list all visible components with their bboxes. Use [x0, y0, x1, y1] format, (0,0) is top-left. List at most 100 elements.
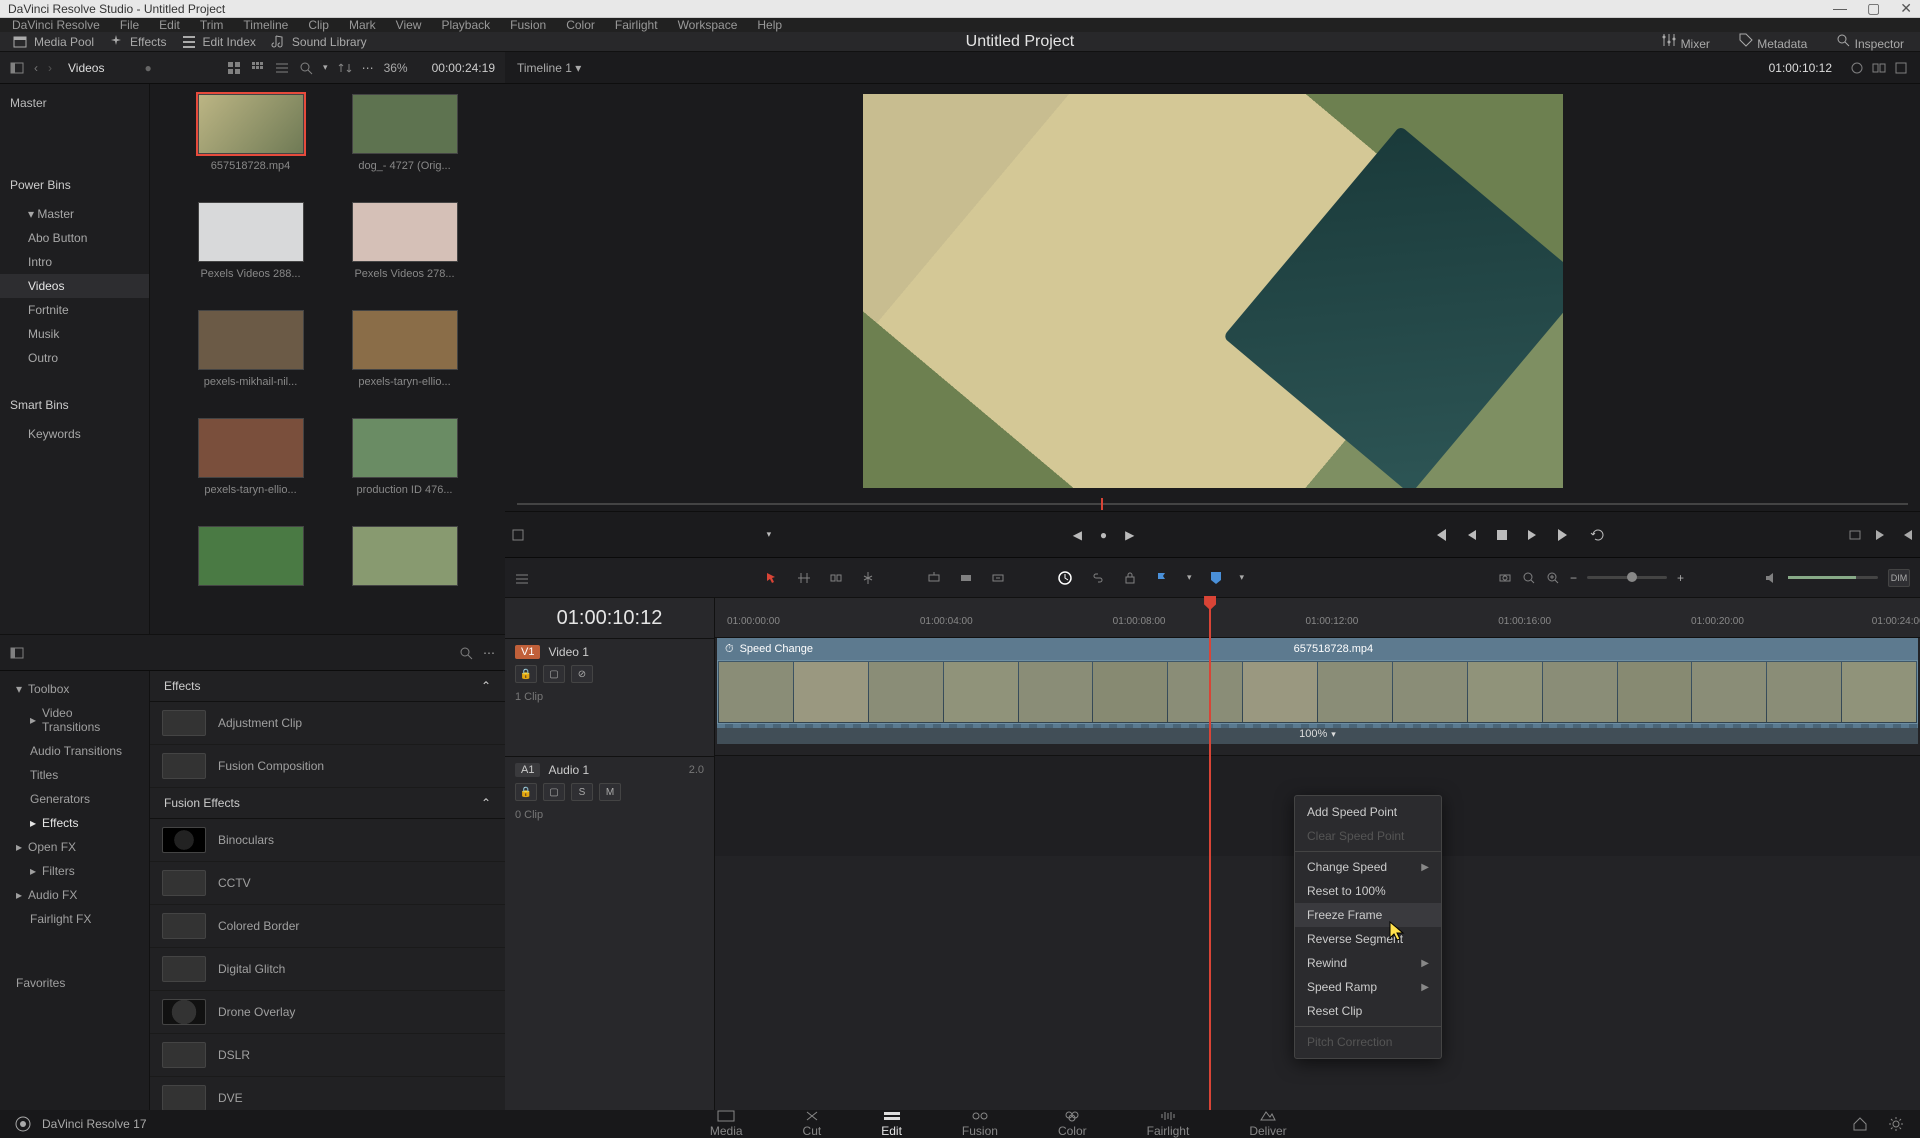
- effect-item[interactable]: Digital Glitch: [150, 948, 505, 991]
- go-start-icon[interactable]: [1432, 527, 1448, 543]
- effect-item[interactable]: DSLR: [150, 1034, 505, 1077]
- chevron-right-icon[interactable]: ›: [48, 61, 52, 75]
- ctx-reset-clip[interactable]: Reset Clip: [1295, 999, 1441, 1023]
- grid-small-icon[interactable]: [251, 61, 265, 75]
- menu-item[interactable]: Timeline: [243, 18, 288, 32]
- menu-item[interactable]: Trim: [200, 18, 224, 32]
- favorites-header[interactable]: Favorites: [0, 971, 149, 995]
- clip[interactable]: [176, 526, 326, 624]
- replace-icon[interactable]: [991, 571, 1005, 585]
- expand-icon[interactable]: [1894, 61, 1908, 75]
- effect-item[interactable]: Colored Border: [150, 905, 505, 948]
- panel-toggle-icon[interactable]: [10, 646, 24, 660]
- collapse-icon[interactable]: ⌃: [481, 796, 491, 810]
- effects-section-header[interactable]: Effects⌃: [150, 671, 505, 702]
- next-edit-icon[interactable]: [1874, 528, 1888, 542]
- chevron-down-icon[interactable]: ▾: [767, 529, 772, 540]
- selection-tool-icon[interactable]: [765, 571, 779, 585]
- effect-item[interactable]: Fusion Composition: [150, 745, 505, 788]
- inspector-button[interactable]: Inspector: [1835, 32, 1904, 51]
- timeline-ruler[interactable]: 01:00:00:00 01:00:04:00 01:00:08:00 01:0…: [715, 598, 1920, 638]
- tree-filters[interactable]: ▸ Filters: [0, 859, 149, 883]
- media-pool-button[interactable]: Media Pool: [12, 34, 94, 50]
- clip[interactable]: Pexels Videos 278...: [330, 202, 480, 300]
- clip[interactable]: pexels-taryn-ellio...: [176, 418, 326, 516]
- dim-button[interactable]: DIM: [1888, 569, 1910, 587]
- go-end-icon[interactable]: [1556, 527, 1572, 543]
- more-icon[interactable]: ⋯: [483, 646, 495, 660]
- ctx-reverse-segment[interactable]: Reverse Segment: [1295, 927, 1441, 951]
- playhead[interactable]: [1209, 598, 1211, 1110]
- home-icon[interactable]: [1852, 1116, 1868, 1132]
- effect-item[interactable]: Drone Overlay: [150, 991, 505, 1034]
- menu-item[interactable]: DaVinci Resolve: [12, 18, 100, 32]
- ctx-add-speed-point[interactable]: Add Speed Point: [1295, 800, 1441, 824]
- volume-slider[interactable]: [1788, 576, 1878, 579]
- sidebar-toggle-icon[interactable]: [10, 61, 24, 75]
- ctx-speed-ramp[interactable]: Speed Ramp▶: [1295, 975, 1441, 999]
- smart-bins-header[interactable]: Smart Bins: [0, 392, 149, 418]
- bin-item-videos[interactable]: Videos: [0, 274, 149, 298]
- link-icon[interactable]: [1091, 571, 1105, 585]
- menu-item[interactable]: Edit: [159, 18, 180, 32]
- menu-item[interactable]: File: [120, 18, 139, 32]
- speed-indicator[interactable]: 100%▾: [717, 724, 1918, 744]
- lock-track-icon[interactable]: 🔒: [515, 665, 537, 683]
- clip[interactable]: pexels-taryn-ellio...: [330, 310, 480, 408]
- power-bins-header[interactable]: Power Bins: [0, 172, 149, 198]
- list-view-icon[interactable]: [275, 61, 289, 75]
- timeline-name[interactable]: Timeline 1 ▾: [517, 61, 581, 75]
- page-fairlight[interactable]: Fairlight: [1147, 1110, 1190, 1138]
- bin-item[interactable]: Fortnite: [0, 298, 149, 322]
- menu-item[interactable]: Help: [757, 18, 782, 32]
- step-back-icon[interactable]: [1466, 529, 1478, 541]
- menu-item[interactable]: Clip: [308, 18, 329, 32]
- flag-icon[interactable]: [1155, 571, 1169, 585]
- page-cut[interactable]: Cut: [803, 1110, 822, 1138]
- menu-item[interactable]: Fusion: [510, 18, 546, 32]
- collapse-icon[interactable]: ⌃: [481, 679, 491, 693]
- tree-openfx[interactable]: ▸ Open FX: [0, 835, 149, 859]
- effect-item[interactable]: CCTV: [150, 862, 505, 905]
- ctx-freeze-frame[interactable]: Freeze Frame: [1295, 903, 1441, 927]
- video-track-header[interactable]: V1Video 1 🔒 ▢ ⊘ 1 Clip: [505, 638, 714, 756]
- tree-audiofx[interactable]: ▸ Audio FX: [0, 883, 149, 907]
- ctx-change-speed[interactable]: Change Speed▶: [1295, 855, 1441, 879]
- zoom-percent[interactable]: 36%: [384, 61, 408, 75]
- tree-video-transitions[interactable]: ▸ Video Transitions: [0, 701, 149, 739]
- tree-titles[interactable]: Titles: [0, 763, 149, 787]
- page-media[interactable]: Media: [710, 1110, 743, 1138]
- grid-large-icon[interactable]: [227, 61, 241, 75]
- record-timecode[interactable]: 01:00:10:12: [1769, 61, 1832, 75]
- clip[interactable]: Pexels Videos 288...: [176, 202, 326, 300]
- custom-zoom-icon[interactable]: [1546, 571, 1560, 585]
- zoom-out-icon[interactable]: −: [1570, 571, 1577, 585]
- more-icon[interactable]: ⋯: [362, 61, 374, 75]
- tree-generators[interactable]: Generators: [0, 787, 149, 811]
- mute-button[interactable]: M: [599, 783, 621, 801]
- effect-item[interactable]: Binoculars: [150, 819, 505, 862]
- menu-item[interactable]: Playback: [441, 18, 490, 32]
- viewer-canvas[interactable]: [863, 94, 1563, 488]
- zoom-to-fit-icon[interactable]: [1498, 571, 1512, 585]
- timeline-timecode[interactable]: 01:00:10:12: [505, 598, 714, 638]
- effects-button[interactable]: Effects: [108, 34, 166, 50]
- lock-icon[interactable]: [1123, 571, 1137, 585]
- crop-icon[interactable]: [511, 528, 525, 542]
- sound-library-button[interactable]: Sound Library: [270, 34, 367, 50]
- marker-icon[interactable]: ●: [1100, 528, 1107, 542]
- detail-zoom-icon[interactable]: [1522, 571, 1536, 585]
- clip[interactable]: [330, 526, 480, 624]
- zoom-slider[interactable]: [1587, 576, 1667, 579]
- zoom-in-icon[interactable]: +: [1677, 571, 1684, 585]
- clip[interactable]: dog_- 4727 (Orig...: [330, 94, 480, 192]
- solo-button[interactable]: S: [571, 783, 593, 801]
- next-marker-icon[interactable]: ▶: [1125, 528, 1134, 542]
- tree-fairlight-fx[interactable]: Fairlight FX: [0, 907, 149, 931]
- clip[interactable]: 657518728.mp4: [176, 94, 326, 192]
- auto-select-icon[interactable]: ▢: [543, 783, 565, 801]
- prev-edit-icon[interactable]: [1900, 528, 1914, 542]
- ctx-rewind[interactable]: Rewind▶: [1295, 951, 1441, 975]
- bin-item[interactable]: Musik: [0, 322, 149, 346]
- mixer-button[interactable]: Mixer: [1661, 32, 1710, 51]
